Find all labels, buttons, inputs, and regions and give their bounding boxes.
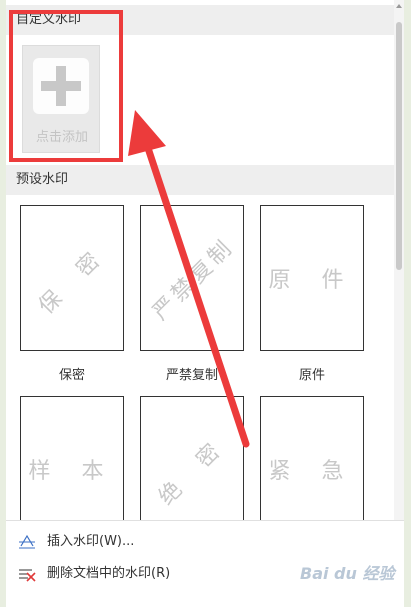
preset-watermark-header: 预设水印 — [6, 165, 398, 195]
add-custom-watermark-button[interactable]: 点击添加 — [22, 45, 100, 153]
insert-watermark-label: 插入水印(W)... — [47, 534, 135, 549]
scroll-up-icon[interactable] — [396, 4, 402, 8]
preset-watermark-confidential[interactable]: 保 密 保密 — [20, 205, 124, 383]
add-custom-watermark-label: 点击添加 — [35, 130, 88, 145]
plus-icon — [33, 58, 89, 114]
preset-watermark-no-copy[interactable]: 严禁复制 严禁复制 — [140, 205, 244, 383]
watermark-preview-text: 紧 急 — [268, 459, 356, 484]
watermark-preview-text: 保 密 — [34, 240, 114, 320]
watermark-label: 原件 — [298, 368, 325, 383]
scrollbar-thumb[interactable] — [396, 22, 402, 270]
custom-watermark-header: 自定义水印 — [6, 5, 398, 35]
insert-watermark-icon — [19, 534, 35, 549]
remove-watermark-icon — [19, 569, 36, 582]
watermark-preview: 保 密 — [20, 205, 124, 351]
watermark-preview: 严禁复制 — [140, 205, 244, 351]
watermark-preview-text: 严禁复制 — [148, 234, 240, 326]
watermark-preview-text: 绝 密 — [154, 431, 234, 511]
insert-watermark-menu-item[interactable]: 插入水印(W)... — [6, 527, 404, 557]
watermark-panel: 自定义水印 点击添加 预设水印 保 密 保密 严禁复制 严禁复制 原 件 原件 … — [6, 0, 404, 607]
watermark-label: 严禁复制 — [165, 368, 218, 383]
watermark-preview-text: 原 件 — [268, 268, 356, 293]
preset-watermark-original[interactable]: 原 件 原件 — [260, 205, 364, 383]
watermark-preview-text: 样 本 — [28, 459, 116, 484]
remove-watermark-label: 删除文档中的水印(R) — [47, 566, 171, 581]
watermark-brand-logo: Bai du 经验 — [300, 564, 395, 583]
watermark-label: 保密 — [58, 368, 85, 383]
watermark-preview: 原 件 — [260, 205, 364, 351]
vertical-scrollbar[interactable] — [394, 0, 404, 520]
